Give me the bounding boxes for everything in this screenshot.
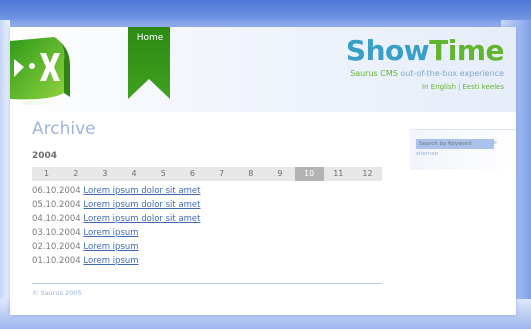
brand-tagline: Saurus CMS out-of-the-box experience [346, 68, 504, 79]
month-tab-12[interactable]: 12 [353, 167, 382, 181]
entry-date: 03.10.2004 [32, 228, 81, 238]
month-tab-2[interactable]: 2 [61, 167, 90, 181]
month-tab-7[interactable]: 7 [207, 167, 236, 181]
archive-entry: 05.10.2004 Lorem ipsum dolor sit amet [32, 198, 372, 212]
lang-english-link[interactable]: In English [422, 83, 456, 91]
month-tab-8[interactable]: 8 [236, 167, 265, 181]
month-tab-6[interactable]: 6 [178, 167, 207, 181]
entry-date: 02.10.2004 [32, 242, 81, 252]
search-go-button[interactable]: » [492, 138, 498, 148]
month-tab-4[interactable]: 4 [120, 167, 149, 181]
brand-title: ShowTime [345, 34, 505, 67]
entry-link[interactable]: Lorem ipsum [83, 228, 138, 238]
month-tab-11[interactable]: 11 [324, 167, 353, 181]
entry-date: 04.10.2004 [32, 214, 81, 224]
archive-entry: 04.10.2004 Lorem ipsum dolor sit amet [32, 212, 372, 226]
entry-link[interactable]: Lorem ipsum dolor sit amet [83, 200, 200, 210]
archive-year: 2004 [32, 151, 58, 161]
footer-divider [32, 283, 382, 284]
entry-date: 06.10.2004 [32, 186, 81, 196]
language-switch: In English | Eesti keeles [346, 82, 504, 92]
search-panel: » sitemap [410, 129, 516, 170]
archive-entry: 03.10.2004 Lorem ipsum [32, 226, 372, 240]
month-tab-1[interactable]: 1 [32, 167, 61, 181]
page-title: Archive [32, 119, 96, 139]
entry-link[interactable]: Lorem ipsum [83, 256, 138, 266]
month-tab-5[interactable]: 5 [149, 167, 178, 181]
frame-top [0, 0, 531, 30]
entry-date: 05.10.2004 [32, 200, 81, 210]
month-tab-10[interactable]: 10 [294, 167, 324, 181]
archive-entry: 06.10.2004 Lorem ipsum dolor sit amet [32, 184, 372, 198]
entry-date: 01.10.2004 [32, 256, 81, 266]
nav-home-link[interactable]: Home [130, 33, 170, 43]
saurus-logo-icon [10, 37, 70, 105]
brand-block: ShowTime Saurus CMS out-of-the-box exper… [345, 34, 505, 92]
lang-estonian-link[interactable]: Eesti keeles [462, 83, 504, 91]
archive-entry: 01.10.2004 Lorem ipsum [32, 254, 372, 268]
archive-list: 06.10.2004 Lorem ipsum dolor sit amet 05.… [32, 184, 372, 268]
brand-title-show: Show [345, 34, 430, 67]
frame-left [0, 20, 10, 320]
month-selector: 1 2 3 4 5 6 7 8 9 10 11 12 [32, 167, 382, 181]
month-tab-3[interactable]: 3 [90, 167, 119, 181]
search-input[interactable] [416, 139, 494, 149]
archive-entry: 02.10.2004 Lorem ipsum [32, 240, 372, 254]
month-tab-9[interactable]: 9 [265, 167, 294, 181]
footer-copyright: © Saurus 2005 [32, 289, 82, 297]
entry-link[interactable]: Lorem ipsum dolor sit amet [83, 186, 200, 196]
entry-link[interactable]: Lorem ipsum [83, 242, 138, 252]
tagline-rest: out-of-the-box experience [397, 69, 504, 78]
entry-link[interactable]: Lorem ipsum dolor sit amet [83, 214, 200, 224]
brand-title-time: Time [429, 34, 504, 67]
tagline-cms: Saurus CMS [350, 69, 398, 78]
sitemap-link[interactable]: sitemap [416, 151, 438, 157]
page: Home ShowTime Saurus CMS out-of-the-box … [10, 27, 516, 315]
